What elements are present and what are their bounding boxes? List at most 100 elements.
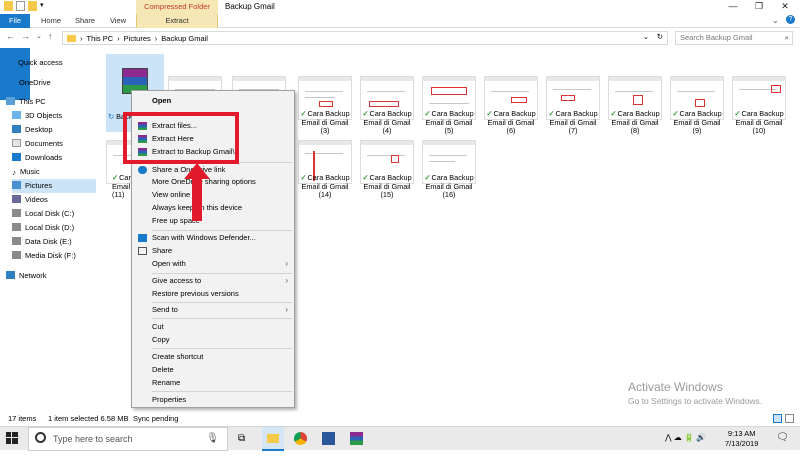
minimize-button[interactable]: — (720, 0, 746, 14)
task-view-icon[interactable]: ⧉ (238, 433, 245, 457)
music-icon: ♪ (12, 168, 16, 177)
file-item[interactable]: ✓Cara Backup Email di Gmail (9) (666, 76, 726, 162)
microphone-icon[interactable]: 🎙 (206, 428, 219, 450)
menu-item-scan-defender[interactable]: Scan with Windows Defender... (132, 232, 294, 244)
clock[interactable]: 9:13 AM 7/13/2019 (725, 429, 758, 449)
context-tab-label: Compressed Folder Tools (136, 0, 218, 24)
menu-item-open-with[interactable]: Open with › (132, 258, 294, 270)
tab-home[interactable]: Home (36, 14, 66, 28)
breadcrumb-pictures[interactable]: Pictures (124, 34, 151, 43)
highlight-box (123, 112, 239, 164)
file-item[interactable]: ✓Cara Backup Email di Gmail (14) (294, 140, 354, 226)
sidebar-item-onedrive[interactable]: OneDrive (6, 76, 98, 90)
chevron-down-icon[interactable]: ⌄ (643, 33, 649, 41)
folder-icon[interactable] (4, 1, 13, 11)
menu-item-share-onedrive-link[interactable]: Share a OneDrive link (132, 164, 294, 176)
taskbar-search-input[interactable]: Type here to search 🎙 (28, 427, 228, 451)
large-icons-view-icon[interactable] (785, 414, 794, 423)
menu-item-copy[interactable]: Copy (132, 334, 294, 346)
chevron-right-icon: › (285, 305, 288, 314)
taskbar: Type here to search 🎙 ⧉ ⋀ ☁ 🔋 🔊 9:13 AM … (0, 426, 800, 451)
menu-item-free-up-space[interactable]: Free up space (132, 215, 294, 227)
help-icon[interactable]: ? (786, 15, 795, 24)
chevron-down-icon[interactable]: ⌄ (772, 16, 779, 25)
check-icon[interactable] (16, 1, 25, 11)
menu-separator (152, 318, 292, 319)
chevron-down-icon[interactable]: ⌄ (36, 32, 42, 40)
menu-item-give-access[interactable]: Give access to › (132, 275, 294, 287)
sidebar-item-desktop[interactable]: Desktop (12, 123, 104, 137)
details-view-icon[interactable] (773, 414, 782, 423)
sidebar-item-local-disk-d[interactable]: Local Disk (D:) (12, 221, 104, 235)
sidebar-item-quick-access[interactable]: ★ Quick access (6, 56, 98, 70)
activate-windows-title: Activate Windows (628, 380, 723, 394)
folder-icon[interactable] (28, 1, 37, 11)
breadcrumb-this-pc[interactable]: This PC (87, 34, 114, 43)
file-item[interactable]: ✓Cara Backup Email di Gmail (10) (728, 76, 788, 162)
sync-icon: ↻ (108, 112, 115, 121)
tab-view[interactable]: View (104, 14, 132, 28)
menu-item-onedrive-sharing-options[interactable]: More OneDrive sharing options (132, 176, 294, 188)
red-arrow-annotation (184, 163, 210, 221)
winrar-taskbar-icon[interactable] (350, 432, 363, 445)
activate-windows-subtitle: Go to Settings to activate Windows. (628, 396, 763, 406)
sidebar-item-this-pc[interactable]: This PC (6, 95, 98, 109)
star-icon: ★ (6, 58, 15, 68)
chevron-down-icon[interactable]: ▾ (40, 1, 46, 11)
sidebar-item-3d-objects[interactable]: 3D Objects (12, 109, 104, 123)
menu-item-rename[interactable]: Rename (132, 377, 294, 389)
ribbon-tabs: File Home Share View Extract ⌄ ? (0, 14, 800, 100)
file-explorer-taskbar-icon[interactable] (262, 427, 284, 451)
windows-start-icon[interactable] (6, 432, 18, 444)
network-icon (6, 271, 15, 279)
address-bar[interactable]: › This PC › Pictures › Backup Gmail ⌄ ↻ (62, 31, 668, 45)
file-item[interactable]: ✓Cara Backup Email di Gmail (6) (480, 76, 540, 162)
search-icon (35, 432, 46, 443)
system-tray-icons[interactable]: ⋀ ☁ 🔋 🔊 (665, 433, 706, 457)
notifications-icon[interactable]: 🗨 (776, 432, 789, 456)
file-item[interactable]: ✓Cara Backup Email di Gmail (7) (542, 76, 602, 162)
sidebar-item-local-disk-c[interactable]: Local Disk (C:) (12, 207, 104, 221)
computer-icon (6, 97, 15, 105)
disk-icon (12, 223, 21, 231)
menu-item-share[interactable]: Share (132, 245, 294, 257)
menu-item-delete[interactable]: Delete (132, 364, 294, 376)
defender-icon (138, 234, 147, 242)
refresh-icon[interactable]: ↻ (657, 32, 663, 41)
tab-share[interactable]: Share (70, 14, 100, 28)
menu-item-open[interactable]: Open (132, 95, 294, 107)
sidebar-item-downloads[interactable]: Downloads (12, 151, 104, 165)
forward-arrow-icon[interactable]: → (21, 31, 30, 41)
menu-separator (152, 273, 292, 274)
chevron-right-icon: › (285, 276, 288, 285)
file-item[interactable]: ✓Cara Backup Email di Gmail (15) (356, 140, 416, 226)
sidebar-item-network[interactable]: Network (6, 269, 98, 283)
menu-item-properties[interactable]: Properties (132, 394, 294, 406)
word-icon[interactable] (322, 432, 335, 445)
file-item[interactable]: ✓Cara Backup Email di Gmail (16) (418, 140, 478, 226)
search-input[interactable]: Search Backup Gmail ⌕ (675, 31, 793, 45)
sidebar-item-pictures[interactable]: Pictures (12, 179, 96, 193)
restore-button[interactable]: ❐ (746, 0, 772, 14)
menu-item-cut[interactable]: Cut (132, 321, 294, 333)
file-item[interactable]: ✓Cara Backup Email di Gmail (8) (604, 76, 664, 162)
menu-item-create-shortcut[interactable]: Create shortcut (132, 351, 294, 363)
up-arrow-icon[interactable]: ↑ (48, 31, 53, 41)
close-button[interactable]: ✕ (772, 0, 798, 14)
chrome-icon[interactable] (294, 432, 307, 445)
sidebar-item-videos[interactable]: Videos (12, 193, 104, 207)
disk-icon (12, 251, 21, 259)
menu-item-restore-versions[interactable]: Restore previous versions (132, 288, 294, 300)
search-icon: ⌕ (784, 33, 789, 42)
menu-item-always-keep[interactable]: Always keep on this device (132, 202, 294, 214)
back-arrow-icon[interactable]: ← (6, 31, 15, 41)
sidebar-item-music[interactable]: ♪ Music (12, 165, 104, 179)
menu-item-send-to[interactable]: Send to › (132, 304, 294, 316)
tab-extract[interactable]: Extract (136, 14, 218, 28)
status-bar: 17 items 1 item selected 6.58 MB Sync pe… (0, 412, 800, 426)
sidebar-item-data-disk-e[interactable]: Data Disk (E:) (12, 235, 104, 249)
menu-item-view-online[interactable]: View online (132, 189, 294, 201)
sidebar-item-documents[interactable]: Documents (12, 137, 104, 151)
breadcrumb-backup-gmail[interactable]: Backup Gmail (161, 34, 208, 43)
sidebar-item-media-disk-f[interactable]: Media Disk (F:) (12, 249, 104, 263)
